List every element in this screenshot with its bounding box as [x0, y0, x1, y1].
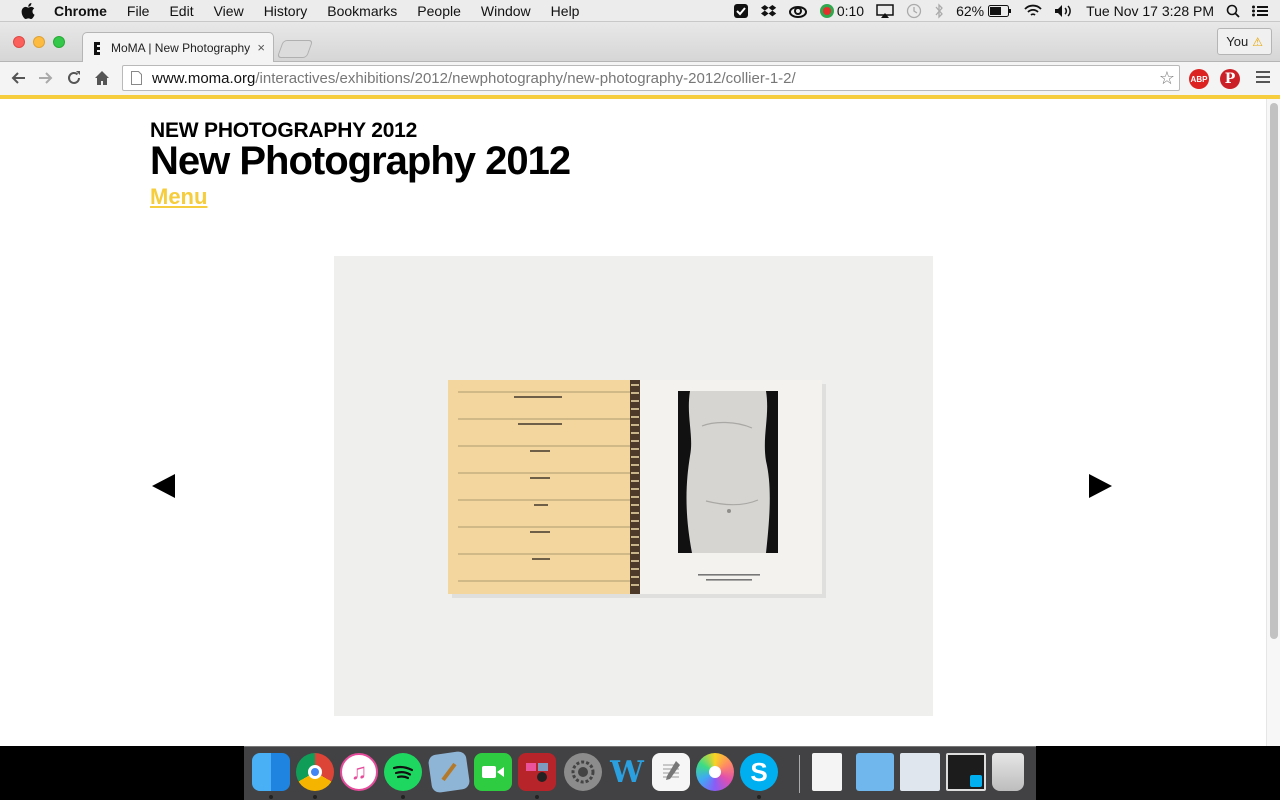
menu-file[interactable]: File: [127, 3, 150, 19]
bookmark-star-icon[interactable]: ☆: [1159, 68, 1175, 89]
zoom-window-button[interactable]: [53, 36, 65, 48]
pinterest-icon[interactable]: P: [1220, 69, 1240, 89]
menu-people[interactable]: People: [417, 3, 461, 19]
warning-icon: ⚠: [1252, 34, 1263, 49]
chrome-menu-icon[interactable]: [1256, 71, 1270, 85]
menu-bookmarks[interactable]: Bookmarks: [327, 3, 397, 19]
folder-icon[interactable]: [856, 753, 894, 791]
bluetooth-icon[interactable]: [934, 3, 944, 19]
tab-moma[interactable]: MoMA | New Photography ×: [82, 32, 274, 62]
page-content: NEW PHOTOGRAPHY 2012 New Photography 201…: [0, 99, 1266, 746]
running-indicator: [401, 795, 405, 799]
artwork-photo: [334, 256, 933, 716]
new-tab-button[interactable]: [276, 40, 314, 58]
close-window-button[interactable]: [13, 36, 25, 48]
spotify-icon[interactable]: [384, 753, 422, 791]
system-preferences-icon[interactable]: [564, 753, 602, 791]
profile-name: You: [1226, 34, 1249, 49]
tab-strip: MoMA | New Photography × You ⚠: [0, 22, 1280, 62]
running-indicator: [757, 795, 761, 799]
screenshot-badge: [970, 775, 982, 787]
next-slide-arrow-icon[interactable]: [1089, 474, 1112, 498]
running-indicator: [313, 795, 317, 799]
browser-toolbar: www.moma.org /interactives/exhibitions/2…: [0, 62, 1280, 95]
mac-dock: ♫ W S: [244, 746, 1036, 800]
facetime-icon[interactable]: [474, 753, 512, 791]
dock-separator: [799, 755, 800, 793]
menu-edit[interactable]: Edit: [169, 3, 193, 19]
notification-center-icon[interactable]: [1252, 5, 1268, 17]
spotlight-search-icon[interactable]: [1226, 4, 1240, 18]
adblock-plus-icon[interactable]: ABP: [1189, 69, 1209, 89]
address-bar[interactable]: www.moma.org /interactives/exhibitions/2…: [122, 65, 1180, 91]
back-button[interactable]: [8, 68, 28, 88]
menubar-status-area: 0:10 62% Tue Nov 17 3:28 PM: [733, 0, 1280, 22]
chrome-icon[interactable]: [296, 753, 334, 791]
airplay-icon[interactable]: [876, 4, 894, 18]
previous-slide-arrow-icon[interactable]: [152, 474, 175, 498]
open-notebook-image: [448, 380, 826, 598]
photos-icon[interactable]: [696, 753, 734, 791]
battery-percent: 62%: [956, 3, 985, 19]
menu-app-name[interactable]: Chrome: [54, 3, 107, 19]
wifi-icon[interactable]: [1024, 4, 1042, 18]
page-scrollbar[interactable]: [1266, 99, 1280, 746]
menu-view[interactable]: View: [214, 3, 244, 19]
volume-icon[interactable]: [1054, 4, 1074, 18]
creative-cloud-icon[interactable]: [788, 4, 807, 18]
back-arrow-icon: [11, 72, 25, 84]
battery-status[interactable]: 62%: [956, 3, 1012, 19]
finder-icon[interactable]: [252, 753, 290, 791]
menu-help[interactable]: Help: [551, 3, 580, 19]
chrome-center: [308, 765, 322, 779]
running-indicator: [535, 795, 539, 799]
tab-title: MoMA | New Photography: [111, 40, 251, 55]
page-icon: [131, 71, 142, 85]
photos-center: [709, 766, 721, 778]
timer-text: 0:10: [836, 3, 865, 19]
profile-button[interactable]: You ⚠: [1217, 28, 1272, 55]
mac-menubar: Chrome File Edit View History Bookmarks …: [0, 0, 1280, 22]
window-icon[interactable]: [900, 753, 940, 791]
battery-icon: [988, 5, 1012, 17]
document-icon[interactable]: [812, 753, 842, 791]
minimize-window-button[interactable]: [33, 36, 45, 48]
reload-icon: [68, 71, 80, 84]
trash-icon[interactable]: [992, 753, 1024, 791]
word-icon[interactable]: W: [608, 753, 646, 791]
itunes-icon[interactable]: ♫: [340, 753, 378, 791]
dropbox-icon[interactable]: [760, 4, 777, 18]
skype-icon[interactable]: S: [740, 753, 778, 791]
moma-favicon-icon: [93, 41, 105, 55]
menu-window[interactable]: Window: [481, 3, 531, 19]
running-indicator: [269, 795, 273, 799]
checkmark-shield-icon[interactable]: [733, 3, 749, 19]
preview-icon[interactable]: [427, 750, 471, 794]
window-controls: [13, 36, 73, 48]
reload-button[interactable]: [64, 68, 84, 88]
forward-arrow-icon: [39, 72, 53, 84]
clock-datetime[interactable]: Tue Nov 17 3:28 PM: [1086, 3, 1214, 19]
menu-history[interactable]: History: [264, 3, 308, 19]
time-machine-icon[interactable]: [906, 3, 922, 19]
url-host: www.moma.org: [152, 69, 256, 87]
url-path: /interactives/exhibitions/2012/newphotog…: [255, 69, 796, 87]
home-icon: [95, 71, 109, 85]
browser-window: MoMA | New Photography × You ⚠ www.moma.…: [0, 22, 1280, 746]
timer-status[interactable]: 0:10: [819, 3, 864, 19]
textedit-icon[interactable]: [652, 753, 690, 791]
screenshot-icon[interactable]: [946, 753, 986, 791]
forward-button[interactable]: [36, 68, 56, 88]
photo-booth-icon[interactable]: [518, 753, 556, 791]
home-button[interactable]: [92, 68, 112, 88]
page-title: New Photography 2012: [150, 139, 571, 183]
tab-close-icon[interactable]: ×: [257, 40, 265, 55]
timer-icon: [819, 4, 834, 18]
scrollbar-thumb[interactable]: [1270, 103, 1278, 639]
menu-link[interactable]: Menu: [150, 184, 207, 210]
apple-icon[interactable]: [18, 0, 38, 22]
